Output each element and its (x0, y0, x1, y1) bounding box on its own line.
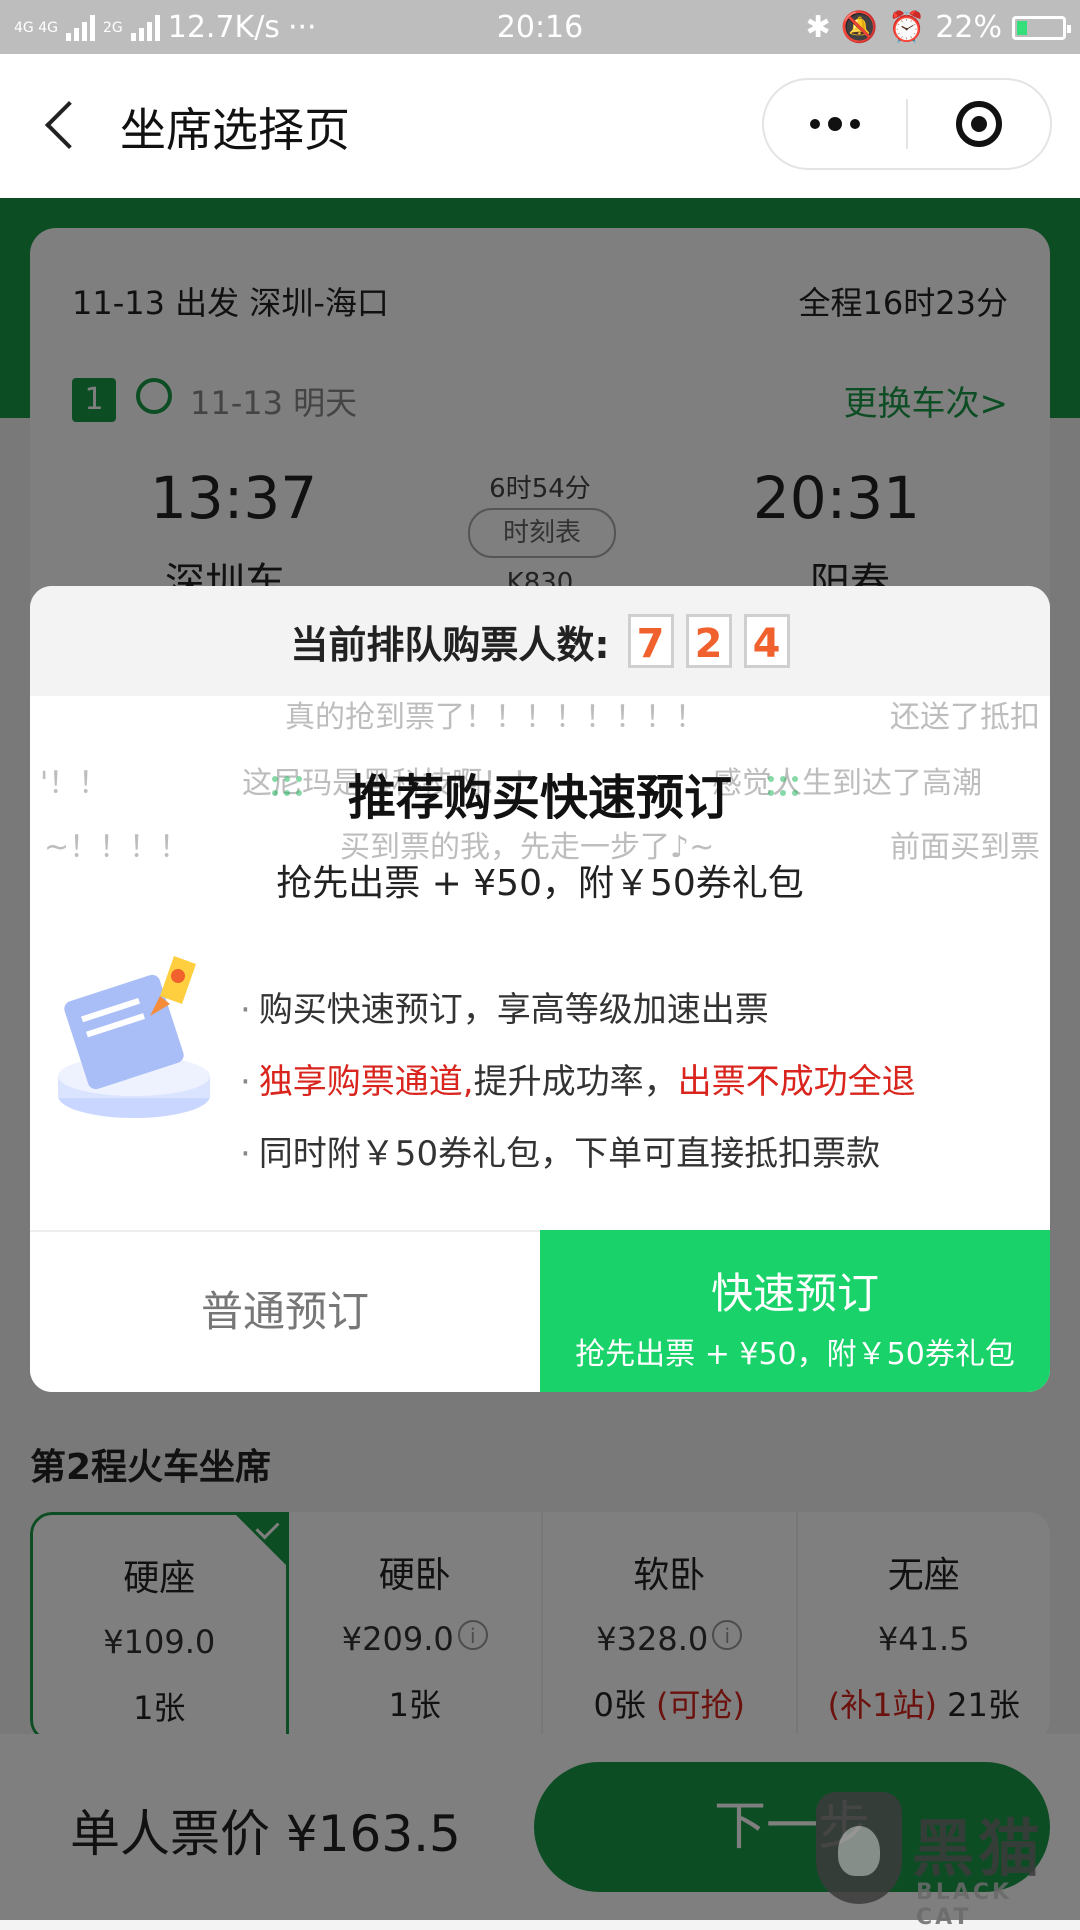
feature-text: 同时附￥50券礼包，下单可直接抵扣票款 (258, 1134, 881, 1174)
feature-line-1: · 购买快速预订，享高等级加速出票 (240, 990, 769, 1030)
blackcat-watermark: 黑猫 BLACK CAT (816, 1792, 1076, 1930)
battery-percent: 22% (935, 10, 1002, 45)
promo-subtitle: 抢先出票 + ¥50，附￥50券礼包 (276, 863, 804, 904)
cat-silhouette-icon (838, 1826, 880, 1876)
feature-line-2: · 独享购票通道,提升成功率，出票不成功全退 (240, 1062, 916, 1102)
close-miniprogram-icon[interactable] (908, 80, 1050, 168)
normal-booking-button[interactable]: 普通预订 (30, 1230, 540, 1392)
miniprogram-capsule (762, 78, 1052, 170)
battery-icon (1012, 15, 1071, 40)
decor-dots-right (766, 772, 810, 808)
danmu-comment: 真的抢到票了！！！！！！！！ (285, 700, 705, 735)
bluetooth-icon: ✱ (805, 10, 831, 45)
feature-line-3: · 同时附￥50券礼包，下单可直接抵扣票款 (240, 1134, 881, 1174)
queue-digit: 7 (627, 614, 674, 668)
promo-title: 推荐购买快速预订 (347, 770, 732, 826)
queue-digit: 2 (685, 614, 732, 668)
mute-bell-icon: 🔕 (840, 10, 878, 45)
watermark-cn: 黑猫 (912, 1812, 1045, 1885)
more-menu-icon[interactable] (764, 80, 906, 168)
feature-text: 提升成功率， (473, 1062, 678, 1102)
feature-text: 购买快速预订，享高等级加速出票 (258, 990, 769, 1030)
queue-digit: 4 (743, 614, 790, 668)
queue-label: 当前排队购票人数: (290, 622, 610, 667)
feature-highlight: 出票不成功全退 (677, 1062, 916, 1102)
back-arrow-icon[interactable] (34, 94, 94, 154)
rocket-illustration-icon (58, 956, 210, 1118)
page-title: 坐席选择页 (120, 103, 350, 157)
fast-booking-title: 快速预订 (710, 1269, 879, 1318)
queue-counter: 当前排队购票人数: 7 2 4 (30, 586, 1050, 696)
fast-booking-subtitle: 抢先出票 + ¥50，附￥50券礼包 (575, 1337, 1015, 1372)
nav-header: 坐席选择页 (0, 54, 1080, 198)
alarm-icon: ⏰ (887, 10, 926, 45)
status-bar: 4G 4G 2G 12.7K/s ··· 20:16 ✱ 🔕 ⏰ 22% (0, 0, 1080, 54)
fast-booking-button[interactable]: 快速预订 抢先出票 + ¥50，附￥50券礼包 (540, 1230, 1050, 1392)
watermark-en: BLACK CAT (916, 1880, 1013, 1930)
feature-highlight: 独享购票通道, (258, 1062, 474, 1102)
fast-booking-modal: 当前排队购票人数: 7 2 4 真的抢到票了！！！！！！！！ 还送了抵扣 '！！… (30, 586, 1050, 1392)
danmu-comment: 还送了抵扣 (890, 700, 1040, 735)
